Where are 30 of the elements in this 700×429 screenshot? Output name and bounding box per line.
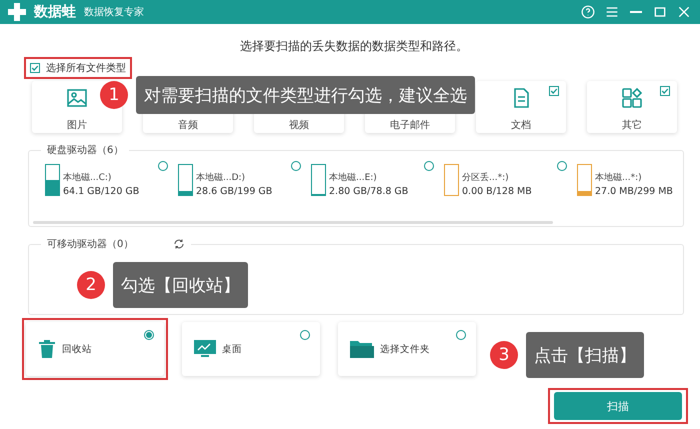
drive-name: 本地磁...E:) [329,172,378,184]
drive-usage: 2.80 GB/78.8 GB [329,186,408,197]
location-label: 选择文件夹 [380,342,430,356]
panel-title: 可移动驱动器（0） [47,238,134,251]
step-number-tooltip: 3 [490,341,518,369]
callout-tooltip: 对需要扫描的文件类型进行勾选，建议全选 [136,76,475,114]
file-type-label: 文档 [511,118,531,132]
location-label: 桌面 [222,342,242,356]
drive-name: 本地磁...C:) [63,172,112,184]
file-type-label: 其它 [622,118,642,132]
callout-tooltip: 点击【扫描】 [526,332,644,378]
panel-title: 硬盘驱动器（6） [47,144,124,157]
callout-tooltip: 勾选【回收站】 [113,262,248,308]
heading: 选择要扫描的丢失数据的数据类型和路径。 [239,38,469,54]
drive-name: 分区丢...*:) [462,172,510,184]
drive-usage: 27.0 MB/299 MB [595,186,673,197]
file-type-label: 音频 [178,118,198,132]
drive-usage: 64.1 GB/120 GB [63,186,140,197]
file-type-label: 电子邮件 [390,118,430,132]
file-type-label: 图片 [67,118,87,132]
app-subtitle: 数据恢复专家 [84,6,144,19]
file-type-label: 视频 [289,118,309,132]
drive-usage: 0.00 B/128 MB [462,186,532,197]
select-all-label: 选择所有文件类型 [46,62,126,75]
drive-usage: 28.6 GB/199 GB [196,186,272,197]
step-number-tooltip: 2 [77,271,105,299]
drive-name: 本地磁...D:) [196,172,246,184]
app-name: 数据蛙 [34,3,76,21]
drive-name: 本地磁...*:) [595,172,643,184]
location-label: 回收站 [62,342,92,356]
